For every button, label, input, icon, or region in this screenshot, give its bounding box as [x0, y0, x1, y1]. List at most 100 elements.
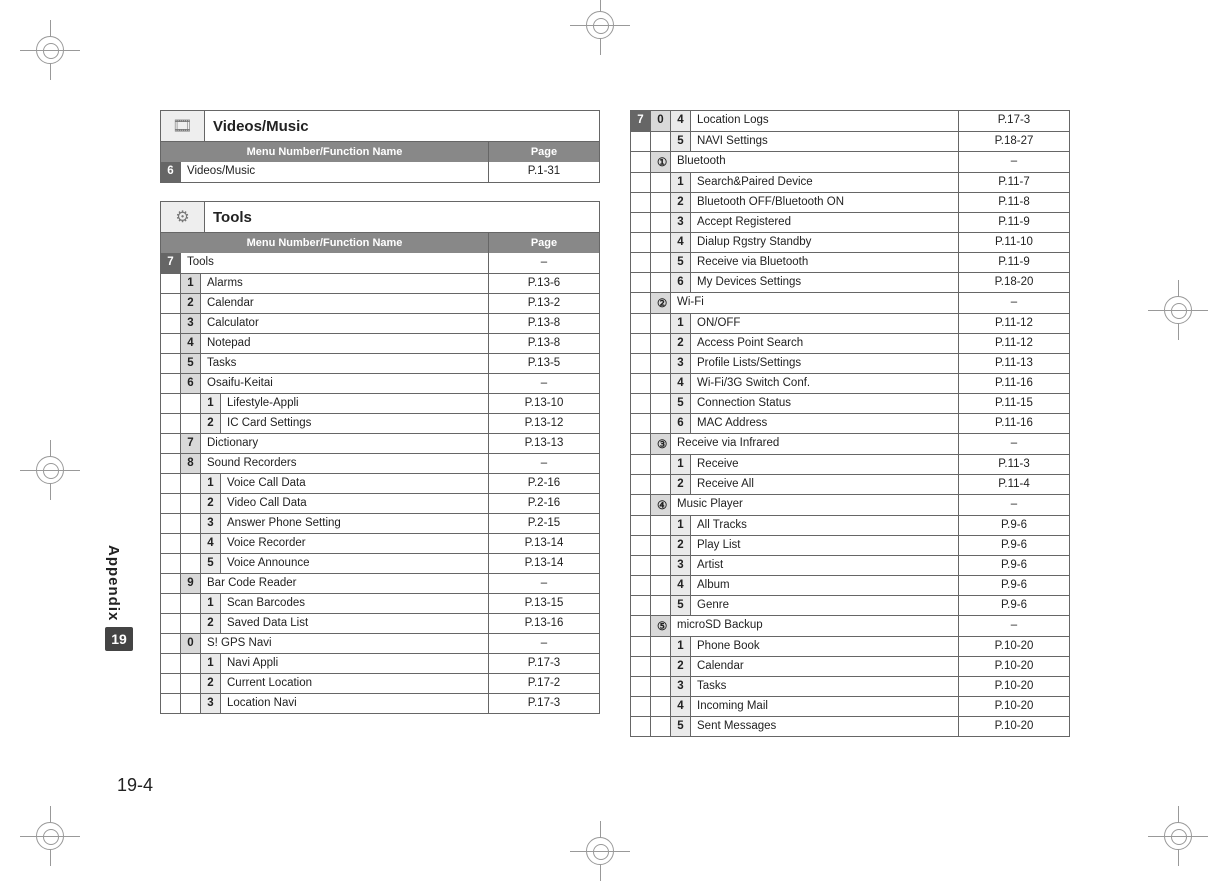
level2-cell: 4	[201, 534, 221, 553]
table-row: 5Voice AnnounceP.13-14	[161, 553, 599, 573]
level2-cell: 2	[671, 536, 691, 555]
function-name-cell: Osaifu-Keitai	[201, 374, 489, 393]
function-name-cell: Notepad	[201, 334, 489, 353]
function-name-cell: Bluetooth	[671, 152, 959, 172]
level1-cell: 7	[181, 434, 201, 453]
page-ref-cell: P.2-16	[489, 494, 599, 513]
page-ref-cell: P.13-14	[489, 554, 599, 573]
spacer	[631, 596, 651, 615]
spacer	[651, 253, 671, 272]
page-ref-cell: P.17-3	[959, 111, 1069, 131]
page-ref-cell: P.10-20	[959, 717, 1069, 736]
page-ref-cell: –	[959, 495, 1069, 515]
spacer	[181, 694, 201, 713]
col-page-header: Page	[489, 233, 599, 253]
section-table: ⚙ Tools Menu Number/Function Name Page7T…	[160, 201, 600, 714]
level1-cell: ①	[651, 152, 671, 172]
page-ref-cell: –	[959, 616, 1069, 636]
page-ref-cell: P.9-6	[959, 536, 1069, 555]
spacer	[181, 514, 201, 533]
level2-cell: 2	[671, 193, 691, 212]
page-ref-cell: P.10-20	[959, 697, 1069, 716]
table-row: 5Sent MessagesP.10-20	[631, 716, 1069, 736]
spacer	[161, 534, 181, 553]
function-name-cell: Location Logs	[691, 111, 959, 131]
level2-cell: 3	[671, 677, 691, 696]
level2-cell: 1	[201, 474, 221, 493]
spacer	[631, 374, 651, 393]
level2-cell: 2	[201, 414, 221, 433]
function-name-cell: Calendar	[201, 294, 489, 313]
page-ref-cell: P.11-8	[959, 193, 1069, 212]
spacer	[651, 677, 671, 696]
function-name-cell: Music Player	[671, 495, 959, 515]
level2-cell: 5	[671, 132, 691, 151]
function-name-cell: MAC Address	[691, 414, 959, 433]
spacer	[651, 314, 671, 333]
table-row: 3Answer Phone SettingP.2-15	[161, 513, 599, 533]
spacer	[181, 474, 201, 493]
function-name-cell: Lifestyle-Appli	[221, 394, 489, 413]
page-ref-cell: P.10-20	[959, 637, 1069, 656]
level2-cell: 2	[671, 334, 691, 353]
function-name-cell: Voice Recorder	[221, 534, 489, 553]
chapter-cell: 6	[161, 162, 181, 182]
function-name-cell: Wi-Fi	[671, 293, 959, 313]
spacer	[631, 556, 651, 575]
column-header: Menu Number/Function Name Page	[161, 233, 599, 253]
spacer	[651, 596, 671, 615]
level2-cell: 3	[671, 354, 691, 373]
function-name-cell: Accept Registered	[691, 213, 959, 232]
page-ref-cell: P.17-3	[489, 654, 599, 673]
level2-cell: 1	[671, 455, 691, 474]
page-ref-cell: –	[489, 574, 599, 593]
function-name-cell: Receive All	[691, 475, 959, 494]
spacer	[181, 594, 201, 613]
function-name-cell: Navi Appli	[221, 654, 489, 673]
table-row: 2Play ListP.9-6	[631, 535, 1069, 555]
spacer	[631, 354, 651, 373]
function-name-cell: Wi-Fi/3G Switch Conf.	[691, 374, 959, 393]
page-ref-cell: –	[489, 374, 599, 393]
table-row: 2Saved Data ListP.13-16	[161, 613, 599, 633]
level2-cell: 5	[671, 717, 691, 736]
chapter-cell: 7	[631, 111, 651, 131]
side-tab-chapter: 19	[105, 627, 133, 651]
section-title: Videos/Music	[205, 118, 309, 135]
spacer	[161, 514, 181, 533]
page-ref-cell: P.11-12	[959, 334, 1069, 353]
function-name-cell: Calendar	[691, 657, 959, 676]
level1-cell: 0	[181, 634, 201, 653]
spacer	[161, 314, 181, 333]
page-ref-cell: –	[959, 293, 1069, 313]
table-row: 2CalendarP.13-2	[161, 293, 599, 313]
level1-cell: 2	[181, 294, 201, 313]
page-ref-cell: P.11-16	[959, 374, 1069, 393]
function-name-cell: My Devices Settings	[691, 273, 959, 292]
spacer	[631, 314, 651, 333]
page-ref-cell: P.11-10	[959, 233, 1069, 252]
page-ref-cell: P.11-9	[959, 253, 1069, 272]
function-name-cell: Receive	[691, 455, 959, 474]
level2-cell: 5	[671, 394, 691, 413]
level1-cell: 9	[181, 574, 201, 593]
table-row: 2Access Point SearchP.11-12	[631, 333, 1069, 353]
spacer	[651, 173, 671, 192]
spacer	[631, 677, 651, 696]
table-row: 1Phone BookP.10-20	[631, 636, 1069, 656]
table-row: 2Bluetooth OFF/Bluetooth ONP.11-8	[631, 192, 1069, 212]
function-name-cell: Artist	[691, 556, 959, 575]
level2-cell: 5	[671, 596, 691, 615]
page-ref-cell: –	[959, 434, 1069, 454]
table-row: 1Lifestyle-AppliP.13-10	[161, 393, 599, 413]
spacer	[181, 654, 201, 673]
page-ref-cell: P.11-4	[959, 475, 1069, 494]
function-name-cell: Phone Book	[691, 637, 959, 656]
table-row: ②Wi-Fi–	[631, 292, 1069, 313]
spacer	[651, 697, 671, 716]
level2-cell: 4	[671, 374, 691, 393]
table-row: 6My Devices SettingsP.18-20	[631, 272, 1069, 292]
function-name-cell: Dialup Rgstry Standby	[691, 233, 959, 252]
spacer	[651, 475, 671, 494]
level1-cell: 6	[181, 374, 201, 393]
